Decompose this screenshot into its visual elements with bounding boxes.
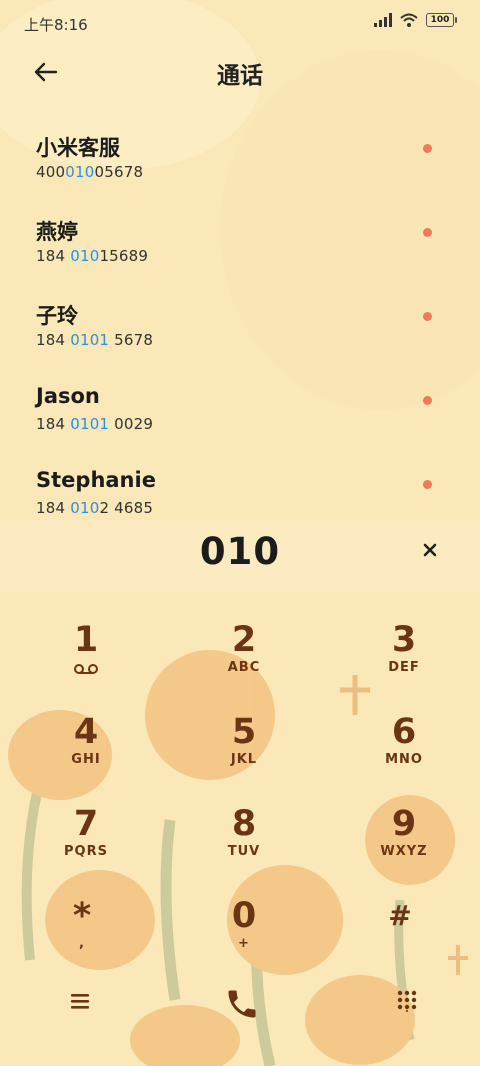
contact-name: 燕婷 bbox=[36, 220, 78, 244]
dialed-digits: 010 bbox=[199, 530, 281, 573]
contact-number: 40001005678 bbox=[36, 163, 143, 181]
key-8[interactable]: 8 TUV bbox=[174, 804, 314, 884]
contact-name: 小米客服 bbox=[36, 136, 120, 160]
call-icon[interactable] bbox=[224, 986, 260, 1022]
number-match: 0101 bbox=[70, 331, 110, 349]
contact-number: 184 01015689 bbox=[36, 247, 148, 265]
number-match: 010 bbox=[70, 499, 100, 517]
key-0[interactable]: 0 + bbox=[174, 896, 314, 976]
indicator-dot bbox=[423, 312, 432, 321]
key-4[interactable]: 4 GHI bbox=[16, 712, 156, 792]
key-hash[interactable]: # bbox=[330, 896, 470, 976]
indicator-dot bbox=[423, 480, 432, 489]
wifi-icon bbox=[400, 13, 418, 27]
indicator-dot bbox=[423, 228, 432, 237]
contact-number: 184 0101 5678 bbox=[36, 331, 153, 349]
indicator-dot bbox=[423, 144, 432, 153]
key-digit: 7 bbox=[73, 804, 99, 844]
contact-number: 184 0102 4685 bbox=[36, 499, 153, 517]
number-match: 010 bbox=[65, 163, 95, 181]
indicator-dot bbox=[423, 396, 432, 405]
key-letters: WXYZ bbox=[380, 844, 428, 859]
status-time: 上午8:16 bbox=[24, 16, 88, 34]
key-letters: PQRS bbox=[64, 844, 108, 859]
key-digit: 1 bbox=[73, 620, 99, 660]
header: 通话 bbox=[0, 44, 480, 100]
key-digit: 0 bbox=[231, 896, 257, 936]
key-letters: + bbox=[238, 936, 250, 951]
key-letters: , bbox=[79, 936, 85, 951]
contact-name: Jason bbox=[36, 384, 100, 408]
contact-results-list: 小米客服 40001005678 燕婷 184 01015689 子玲 184 … bbox=[0, 128, 480, 548]
key-digit: 3 bbox=[391, 620, 417, 660]
key-digit: 8 bbox=[231, 804, 257, 844]
key-3[interactable]: 3 DEF bbox=[334, 620, 474, 700]
number-prefix: 184 bbox=[36, 247, 71, 265]
key-digit: 2 bbox=[231, 620, 257, 660]
key-digit: 5 bbox=[231, 712, 257, 752]
number-suffix: 15689 bbox=[99, 247, 149, 265]
contact-name: 子玲 bbox=[36, 304, 78, 328]
contact-number: 184 0101 0029 bbox=[36, 415, 153, 433]
number-suffix: 2 4685 bbox=[99, 499, 154, 517]
contact-result-row[interactable]: 子玲 184 0101 5678 bbox=[0, 296, 480, 380]
contact-result-row[interactable]: Jason 184 0101 0029 bbox=[0, 380, 480, 464]
number-prefix: 184 bbox=[36, 499, 71, 517]
number-prefix: 184 bbox=[36, 331, 71, 349]
signal-icon bbox=[374, 13, 392, 27]
key-digit: 4 bbox=[73, 712, 99, 752]
dialed-number-display: 010 bbox=[0, 520, 480, 592]
contact-name: Stephanie bbox=[36, 468, 156, 492]
key-digit: * bbox=[72, 896, 92, 936]
key-letters: JKL bbox=[230, 752, 258, 767]
key-letters: MNO bbox=[385, 752, 423, 767]
key-letters: TUV bbox=[227, 844, 261, 859]
dialpad-icon[interactable] bbox=[397, 990, 417, 1012]
status-icons: 100 bbox=[374, 13, 457, 27]
key-digit: 6 bbox=[391, 712, 417, 752]
number-suffix: 0029 bbox=[109, 415, 154, 433]
number-prefix: 184 bbox=[36, 415, 71, 433]
contact-result-row[interactable]: 燕婷 184 01015689 bbox=[0, 212, 480, 296]
key-7[interactable]: 7 PQRS bbox=[16, 804, 156, 884]
key-letters: GHI bbox=[71, 752, 101, 767]
voicemail-icon bbox=[74, 664, 98, 674]
number-match: 0101 bbox=[70, 415, 110, 433]
number-match: 010 bbox=[70, 247, 100, 265]
number-prefix: 400 bbox=[36, 163, 66, 181]
key-1[interactable]: 1 bbox=[16, 620, 156, 700]
key-6[interactable]: 6 MNO bbox=[334, 712, 474, 792]
number-suffix: 05678 bbox=[94, 163, 144, 181]
key-letters: DEF bbox=[388, 660, 420, 675]
key-star[interactable]: * , bbox=[12, 896, 152, 976]
key-9[interactable]: 9 WXYZ bbox=[334, 804, 474, 884]
page-title: 通话 bbox=[217, 63, 263, 89]
battery-icon: 100 bbox=[426, 13, 457, 27]
key-letters: ABC bbox=[227, 660, 261, 675]
key-digit: # bbox=[388, 899, 412, 932]
key-digit: 9 bbox=[391, 804, 417, 844]
dialer-bottom-bar bbox=[0, 978, 480, 1038]
key-2[interactable]: 2 ABC bbox=[174, 620, 314, 700]
status-bar: 上午8:16 100 bbox=[0, 0, 480, 44]
key-5[interactable]: 5 JKL bbox=[174, 712, 314, 792]
contact-result-row[interactable]: 小米客服 40001005678 bbox=[0, 128, 480, 212]
number-suffix: 5678 bbox=[109, 331, 154, 349]
close-icon[interactable] bbox=[418, 538, 442, 562]
menu-icon[interactable] bbox=[70, 992, 90, 1010]
